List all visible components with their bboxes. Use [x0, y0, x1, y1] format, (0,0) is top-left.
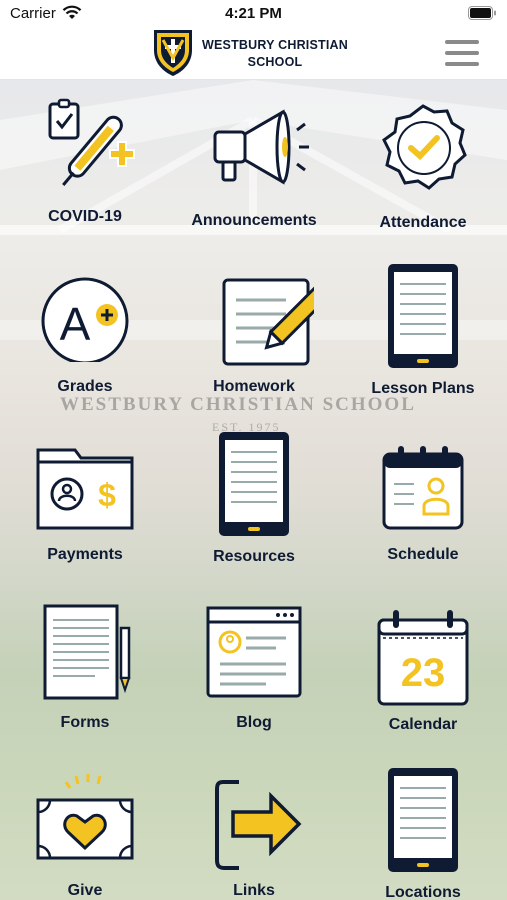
battery-icon	[468, 6, 496, 20]
tile-label: Blog	[236, 714, 272, 731]
menu-bar-icon	[445, 51, 479, 55]
tile-homework[interactable]: Homework	[179, 262, 329, 422]
tile-label: Attendance	[379, 214, 467, 231]
school-crest-icon	[154, 30, 192, 76]
menu-bar-icon	[445, 62, 479, 66]
tile-label: Announcements	[191, 212, 317, 229]
tile-label: Forms	[60, 714, 110, 731]
arrow-bracket-icon	[215, 780, 302, 870]
app-header: WESTBURY CHRISTIAN SCHOOL	[0, 28, 507, 80]
tile-label: Homework	[213, 378, 295, 395]
clock-time: 4:21 PM	[225, 5, 282, 22]
a-plus-icon: A	[41, 277, 129, 362]
tile-label: Resources	[213, 548, 295, 565]
hamburger-menu-button[interactable]	[445, 40, 479, 66]
tile-label: Links	[233, 882, 275, 899]
status-bar: Carrier 4:21 PM	[0, 0, 507, 28]
tile-attendance[interactable]: Attendance	[348, 90, 498, 250]
tablet-icon	[388, 264, 458, 368]
tablet-icon	[388, 768, 458, 872]
tile-grades[interactable]: A Grades	[10, 262, 160, 422]
heart-money-icon	[36, 774, 134, 860]
tile-label: Locations	[385, 884, 461, 900]
tile-resources[interactable]: Resources	[179, 430, 329, 590]
home-grid: WESTBURY CHRISTIAN SCHOOL EST. 1975 COVI…	[0, 80, 507, 900]
tile-announcements[interactable]: Announcements	[179, 90, 329, 250]
tile-label: Schedule	[387, 546, 459, 563]
tile-blog[interactable]: Blog	[179, 598, 329, 758]
browser-profile-icon	[206, 606, 302, 698]
tile-schedule[interactable]: Schedule	[348, 430, 498, 590]
calendar-icon: 23	[377, 610, 469, 706]
tile-label: Calendar	[388, 716, 458, 733]
tile-covid-19[interactable]: COVID-19	[10, 90, 160, 250]
tile-lesson-plans[interactable]: Lesson Plans	[348, 262, 498, 422]
school-name: WESTBURY CHRISTIAN SCHOOL	[200, 37, 350, 71]
tile-give[interactable]: Give	[10, 766, 160, 900]
school-name-line1: WESTBURY CHRISTIAN	[202, 38, 348, 52]
tile-label: Grades	[57, 378, 113, 395]
tile-calendar[interactable]: 23 Calendar	[348, 598, 498, 758]
menu-bar-icon	[445, 40, 479, 44]
calendar-person-icon	[382, 446, 464, 530]
svg-text:A: A	[60, 298, 91, 350]
school-name-line2: SCHOOL	[247, 55, 303, 69]
megaphone-icon	[213, 109, 309, 185]
document-pencil-icon	[43, 604, 131, 700]
tile-locations[interactable]: Locations	[348, 766, 498, 900]
tile-payments[interactable]: $ Payments	[10, 430, 160, 590]
tablet-icon	[219, 432, 289, 536]
svg-text:$: $	[98, 477, 116, 513]
tile-label: COVID-19	[48, 208, 122, 225]
tile-label: Lesson Plans	[371, 380, 475, 397]
wallet-folder-icon: $	[36, 448, 134, 530]
checkmark-badge-icon	[382, 104, 467, 190]
thermometer-icon	[48, 98, 135, 186]
calendar-day-number: 23	[401, 651, 446, 695]
tile-label: Give	[67, 882, 103, 899]
tile-links[interactable]: Links	[179, 766, 329, 900]
notepad-pencil-icon	[222, 278, 314, 366]
tile-forms[interactable]: Forms	[10, 598, 160, 758]
tile-label: Payments	[47, 546, 123, 563]
